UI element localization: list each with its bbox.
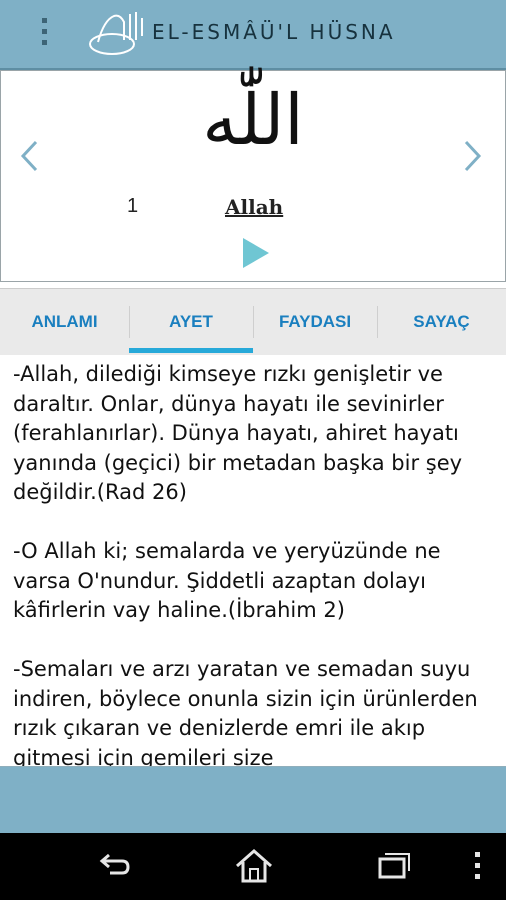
recents-icon[interactable] <box>376 847 412 887</box>
name-number: 1 <box>127 195 139 217</box>
system-nav-bar <box>0 833 506 900</box>
home-icon[interactable] <box>234 847 274 889</box>
name-latin: Allah <box>225 195 284 219</box>
selected-tab-indicator <box>129 348 253 353</box>
tab-ayet[interactable]: AYET <box>129 289 253 355</box>
tab-sayac[interactable]: SAYAÇ <box>377 289 506 355</box>
chevron-right-icon[interactable] <box>462 140 482 176</box>
overflow-menu-icon[interactable] <box>40 18 50 52</box>
calligraphy-logo-icon <box>84 6 150 66</box>
bottom-bar <box>0 767 506 833</box>
app-title: EL-ESMÂÜ'L HÜSNA <box>152 20 396 44</box>
back-icon[interactable] <box>96 847 132 887</box>
ayet-content[interactable]: -Allah, dilediği kimseye rızkı genişleti… <box>0 356 506 767</box>
play-icon[interactable] <box>241 236 271 274</box>
tab-anlami[interactable]: ANLAMI <box>0 289 129 355</box>
more-vertical-icon[interactable] <box>474 851 482 885</box>
tab-faydasi[interactable]: FAYDASI <box>253 289 377 355</box>
ayet-text: -Allah, dilediği kimseye rızkı genişleti… <box>13 362 478 767</box>
tab-bar: ANLAMI AYET FAYDASI SAYAÇ <box>0 288 506 355</box>
app-header: EL-ESMÂÜ'L HÜSNA <box>0 0 506 70</box>
arabic-name: اللّٰه <box>202 79 304 161</box>
chevron-left-icon[interactable] <box>20 140 40 176</box>
